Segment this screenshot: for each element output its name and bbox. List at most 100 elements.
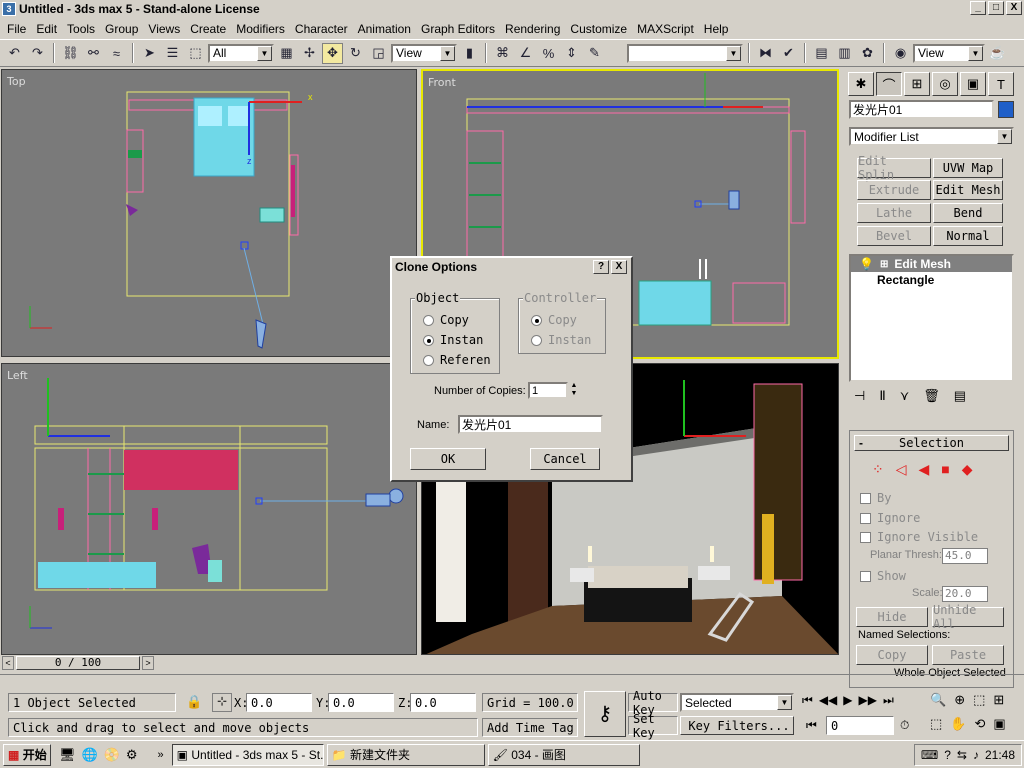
controller-copy-radio[interactable]: Copy: [531, 313, 577, 327]
object-name-field[interactable]: 发光片01: [849, 100, 994, 119]
go-to-start-icon[interactable]: ⏮: [802, 693, 813, 708]
select-manipulate-icon[interactable]: ✢: [299, 43, 320, 64]
previous-key-icon[interactable]: ◀◀: [819, 693, 837, 708]
pin-stack-icon[interactable]: ⊣: [854, 388, 865, 404]
menu-modifiers[interactable]: Modifiers: [231, 22, 290, 36]
menu-views[interactable]: Views: [143, 22, 185, 36]
configure-sets-icon[interactable]: ▤: [954, 388, 966, 404]
clone-name-field[interactable]: 发光片01: [458, 415, 603, 434]
window-crossing-icon[interactable]: ▦: [276, 43, 297, 64]
set-key-button[interactable]: Set Key: [628, 712, 678, 740]
snap-icon[interactable]: ⌘: [492, 43, 513, 64]
quick-render-icon[interactable]: ☕: [987, 43, 1008, 64]
key-mode-dropdown[interactable]: Selected ▼: [680, 693, 794, 712]
menu-create[interactable]: Create: [185, 22, 231, 36]
go-to-end-icon[interactable]: ⏭: [883, 693, 894, 708]
task-paint[interactable]: 🖌 034 - 画图: [487, 743, 640, 766]
menu-rendering[interactable]: Rendering: [500, 22, 565, 36]
zoom-extents-icon[interactable]: ⬚: [973, 692, 985, 708]
region-zoom-icon[interactable]: ⬚: [930, 716, 942, 732]
time-configuration-icon[interactable]: ⏱: [900, 718, 909, 733]
redo-icon[interactable]: ↷: [27, 43, 48, 64]
object-color-swatch[interactable]: [998, 101, 1014, 118]
modifier-stack[interactable]: 💡 ⊞ Edit Mesh Rectangle: [849, 254, 1014, 382]
hierarchy-tab-icon[interactable]: ⊞: [904, 72, 930, 96]
menu-graph-editors[interactable]: Graph Editors: [416, 22, 500, 36]
percent-snap-icon[interactable]: %: [538, 43, 559, 64]
align-icon[interactable]: ✔: [778, 43, 799, 64]
vertex-icon[interactable]: ⁘: [872, 461, 884, 478]
bevel-button[interactable]: Bevel: [857, 226, 931, 246]
bend-button[interactable]: Bend: [933, 203, 1003, 223]
scale-icon[interactable]: ◲: [368, 43, 389, 64]
dialog-close-icon[interactable]: X: [611, 260, 627, 274]
close-button[interactable]: X: [1006, 1, 1022, 15]
ok-button[interactable]: OK: [410, 448, 486, 470]
object-copy-radio[interactable]: Copy: [423, 313, 469, 327]
y-coordinate-field[interactable]: 0.0: [328, 693, 394, 712]
hide-button[interactable]: Hide: [856, 607, 928, 627]
clock[interactable]: 21:48: [985, 748, 1015, 762]
key-mode-toggle-icon[interactable]: ⏮: [806, 718, 817, 733]
absolute-mode-icon[interactable]: ⊹: [212, 693, 232, 712]
viewport-front-label[interactable]: Front: [428, 76, 456, 89]
menu-file[interactable]: File: [2, 22, 31, 36]
viewport-top[interactable]: Top x z: [1, 69, 417, 357]
create-tab-icon[interactable]: ✱: [848, 72, 874, 96]
pan-icon[interactable]: ✋: [950, 716, 966, 732]
more-icon[interactable]: »: [158, 749, 164, 761]
zoom-all-icon[interactable]: ⊕: [954, 692, 965, 708]
modifier-list-dropdown[interactable]: Modifier List ▼: [849, 127, 1014, 146]
menu-maxscript[interactable]: MAXScript: [632, 22, 699, 36]
display-tab-icon[interactable]: ▣: [960, 72, 986, 96]
render-view-dropdown[interactable]: View ▼: [913, 43, 985, 63]
key-filters-button[interactable]: Key Filters...: [680, 716, 794, 735]
browser-icon[interactable]: 🌐: [82, 747, 98, 763]
keyboard-icon[interactable]: ⌨: [921, 748, 938, 762]
time-slider[interactable]: < 0 / 100 >: [0, 655, 842, 671]
lathe-button[interactable]: Lathe: [857, 203, 931, 223]
select-object-icon[interactable]: ➤: [139, 43, 160, 64]
ignore-backfacing-checkbox[interactable]: Ignore: [860, 511, 920, 525]
edit-spline-button[interactable]: Edit Splin: [857, 154, 931, 182]
number-of-copies-spinner[interactable]: 1: [528, 382, 568, 399]
stack-item-rectangle[interactable]: Rectangle: [851, 272, 1012, 288]
controller-instance-radio[interactable]: Instan: [531, 333, 591, 347]
minimize-button[interactable]: _: [970, 1, 986, 15]
copy-selection-button[interactable]: Copy: [856, 645, 928, 665]
select-link-icon[interactable]: ⛓: [60, 43, 81, 64]
selection-lock-icon[interactable]: 🔒: [186, 694, 202, 710]
stack-item-edit-mesh[interactable]: 💡 ⊞ Edit Mesh: [851, 256, 1012, 272]
menu-help[interactable]: Help: [699, 22, 734, 36]
paste-selection-button[interactable]: Paste: [932, 645, 1004, 665]
menu-animation[interactable]: Animation: [353, 22, 416, 36]
expand-icon[interactable]: ⊞: [880, 259, 888, 270]
arc-rotate-icon[interactable]: ⟲: [974, 716, 985, 732]
material-editor-icon[interactable]: ✿: [857, 43, 878, 64]
make-unique-icon[interactable]: ⋎: [900, 388, 910, 404]
select-by-name-icon[interactable]: ☰: [162, 43, 183, 64]
object-instance-radio[interactable]: Instan: [423, 333, 483, 347]
zoom-icon[interactable]: 🔍: [930, 692, 946, 708]
media-icon[interactable]: 📀: [104, 747, 120, 763]
viewport-left[interactable]: Left: [1, 363, 417, 655]
next-frame-icon[interactable]: >: [142, 656, 154, 670]
maximize-button[interactable]: □: [988, 1, 1004, 15]
planar-thresh-spinner[interactable]: 45.0: [942, 548, 988, 564]
set-key-icon[interactable]: ⚷: [584, 691, 626, 737]
pivot-center-icon[interactable]: ▮: [459, 43, 480, 64]
current-frame-field[interactable]: 0: [826, 716, 894, 735]
show-normals-checkbox[interactable]: Show: [860, 569, 906, 583]
move-icon[interactable]: ✥: [322, 42, 343, 64]
scale-spinner[interactable]: 20.0: [942, 586, 988, 602]
volume-icon[interactable]: ♪: [973, 748, 979, 762]
undo-icon[interactable]: ↶: [4, 43, 25, 64]
extrude-button[interactable]: Extrude: [857, 180, 931, 200]
selection-filter-dropdown[interactable]: All ▼: [208, 43, 274, 63]
element-icon[interactable]: ◆: [962, 461, 973, 478]
by-vertex-checkbox[interactable]: By: [860, 491, 891, 505]
mirror-icon[interactable]: ⧓: [755, 43, 776, 64]
modify-tab-icon[interactable]: ⌒: [876, 72, 902, 96]
start-button[interactable]: ▦ 开始: [3, 743, 51, 766]
reference-coord-dropdown[interactable]: View ▼: [391, 43, 457, 63]
